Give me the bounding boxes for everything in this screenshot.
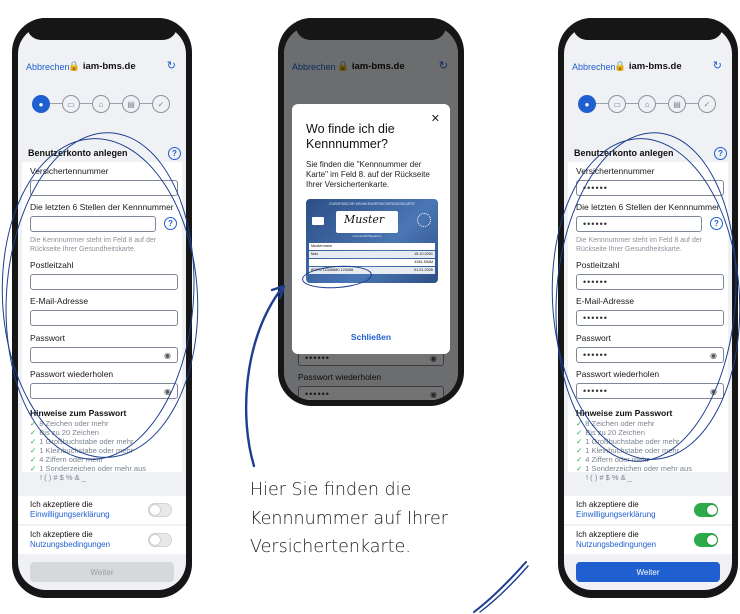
card-cell: Max	[311, 252, 319, 256]
check-mark-icon: ✓	[30, 464, 37, 473]
lock-icon: ⌂	[92, 95, 110, 113]
help-icon[interactable]: ?	[714, 147, 727, 160]
consent-label: Ich akzeptiere die	[30, 500, 93, 509]
phone-notch	[27, 18, 177, 40]
card-cell: 15.10.2001	[413, 252, 433, 256]
consent-label: Ich akzeptiere die	[576, 500, 639, 509]
check-mark-icon: ✓	[30, 428, 37, 437]
einwilligung-toggle[interactable]	[694, 503, 718, 517]
check-mark-icon: ✓	[576, 464, 583, 473]
card-cell: Mustermann	[311, 244, 333, 248]
einwilligung-link[interactable]: Einwilligungserklärung	[576, 510, 656, 519]
check-icon: ✓	[152, 95, 170, 113]
card-icon: ▤	[122, 95, 140, 113]
url-text: iam-bms.de	[628, 61, 682, 72]
phone-notch	[296, 18, 446, 40]
lock-icon: ⌂	[638, 95, 656, 113]
password-rule-text: 1 Sonderzeichen oder mehr aus	[39, 464, 147, 473]
consent-label: Ich akzeptiere die	[576, 530, 639, 539]
next-button[interactable]: Weiter	[30, 562, 174, 582]
nutzung-link[interactable]: Nutzungsbedingungen	[576, 540, 656, 549]
check-mark-icon: ✓	[576, 428, 583, 437]
caption-line: Kennnummer auf Ihrer	[250, 508, 448, 529]
password-rule-text: 1 Sonderzeichen oder mehr aus	[585, 464, 693, 473]
caption-line: Versichertenkarte.	[250, 537, 411, 557]
signature: Muster	[344, 213, 385, 226]
help-icon[interactable]: ?	[168, 147, 181, 160]
url-label: 🔒 iam-bms.de	[614, 61, 682, 72]
caption-text: Hier Sie finden die Kennnummer auf Ihrer…	[250, 476, 448, 562]
password-rule: ✓ 1 Sonderzeichen oder mehr aus	[576, 464, 692, 473]
decorative-stroke	[473, 561, 529, 613]
consent-row-nutzung: Ich akzeptiere die Nutzungsbedingungen	[18, 526, 186, 554]
modal-text: Sie finden die "Kennnummer der Karte" im…	[306, 160, 430, 189]
password-rule: ✓ 1 Sonderzeichen oder mehr aus	[30, 464, 146, 473]
person-icon: ●	[32, 95, 50, 113]
special-chars: ! ( ) # $ % & _	[586, 473, 632, 482]
consent-row-einwilligung: Ich akzeptiere die Einwilligungserklärun…	[18, 496, 186, 524]
card-cell: 4561-BMM	[414, 260, 433, 264]
nutzung-link[interactable]: Nutzungsbedingungen	[30, 540, 110, 549]
card-row: Max 15.10.2001	[309, 251, 435, 258]
phone-middle: Abbrechen 🔒 iam-bms.de ↻ •••••• ◉ Passwo…	[278, 18, 464, 406]
einwilligung-toggle[interactable]	[148, 503, 172, 517]
consent-label: Ich akzeptiere die	[30, 530, 93, 539]
person-icon: ●	[578, 95, 596, 113]
nutzung-toggle[interactable]	[694, 533, 718, 547]
card-row: Mustermann	[309, 243, 435, 250]
nutzung-toggle[interactable]	[148, 533, 172, 547]
caption-line: Hier Sie finden die	[250, 480, 412, 500]
special-chars: ! ( ) # $ % & _	[40, 473, 86, 482]
reload-icon[interactable]: ↻	[167, 59, 176, 72]
url-label: 🔒 iam-bms.de	[68, 61, 136, 72]
phone-screen: Abbrechen 🔒 iam-bms.de ↻ •••••• ◉ Passwo…	[284, 26, 458, 400]
check-mark-icon: ✓	[576, 437, 583, 446]
check-mark-icon: ✓	[30, 437, 37, 446]
phone-notch	[573, 18, 723, 40]
card-header: EUROPÄISCHE KRANKENVERSICHERUNGSKARTE	[329, 202, 415, 206]
card-chip	[312, 217, 324, 225]
reload-icon[interactable]: ↻	[713, 59, 722, 72]
signature-caption: Unterschrift/Signature	[352, 234, 382, 238]
id-card-icon: ▭	[608, 95, 626, 113]
arrow-icon	[244, 284, 286, 468]
id-card-icon: ▭	[62, 95, 80, 113]
next-button[interactable]: Weiter	[576, 562, 720, 582]
check-icon: ✓	[698, 95, 716, 113]
check-mark-icon: ✓	[30, 446, 37, 455]
check-mark-icon: ✓	[576, 455, 583, 464]
consent-row-nutzung: Ich akzeptiere die Nutzungsbedingungen	[564, 526, 732, 554]
progress-steps: ● ▭ ⌂ ▤ ✓	[578, 94, 718, 114]
eu-stars-icon	[417, 213, 431, 227]
progress-steps: ● ▭ ⌂ ▤ ✓	[32, 94, 172, 114]
check-mark-icon: ✓	[576, 446, 583, 455]
card-row: 4561-BMM	[309, 259, 435, 266]
close-button[interactable]: Schließen	[292, 332, 450, 342]
help-modal: ✕ Wo finde ich die Kennnummer? Sie finde…	[292, 104, 450, 354]
check-mark-icon: ✓	[30, 455, 37, 464]
card-icon: ▤	[668, 95, 686, 113]
consent-row-einwilligung: Ich akzeptiere die Einwilligungserklärun…	[564, 496, 732, 524]
einwilligung-link[interactable]: Einwilligungserklärung	[30, 510, 110, 519]
modal-title: Wo finde ich die Kennnummer?	[306, 122, 395, 151]
card-cell: 01.01.2026	[413, 268, 433, 272]
url-text: iam-bms.de	[82, 61, 136, 72]
